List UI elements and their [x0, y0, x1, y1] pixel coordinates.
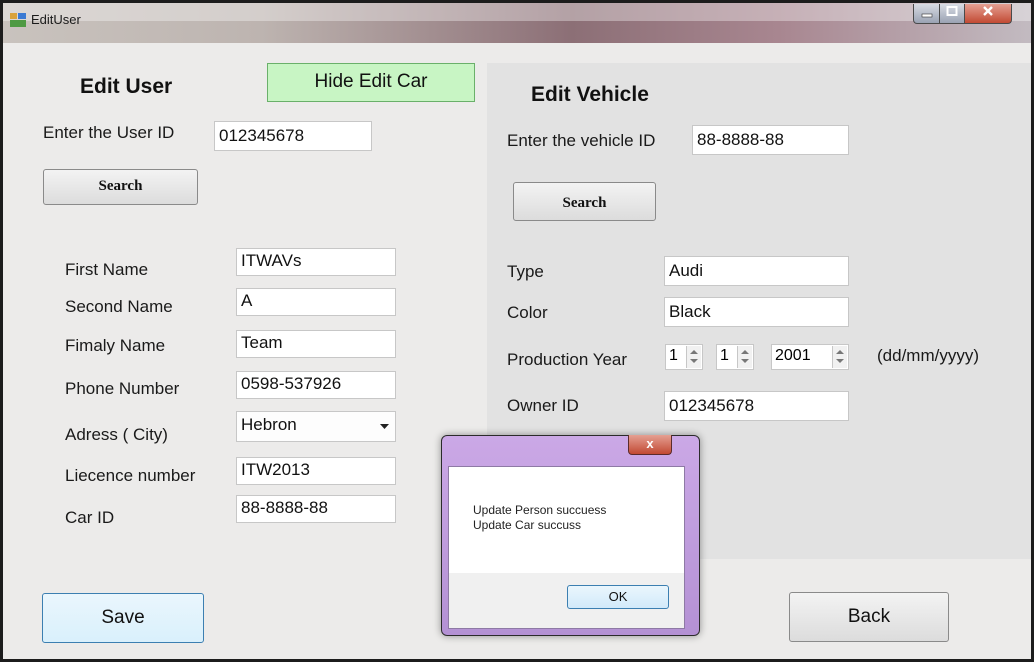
close-icon [983, 6, 993, 16]
user-id-input[interactable]: 012345678 [214, 121, 372, 151]
car-id-input[interactable]: 88-8888-88 [236, 495, 396, 523]
type-input[interactable]: Audi [664, 256, 849, 286]
month-value: 1 [720, 347, 729, 364]
dialog-body: Update Person succuess Update Car succus… [448, 466, 685, 629]
color-label: Color [507, 303, 548, 322]
hide-edit-car-button[interactable]: Hide Edit Car [267, 63, 475, 102]
month-stepper[interactable]: 1 [716, 344, 754, 370]
phone-number-label: Phone Number [65, 379, 180, 398]
licence-number-label: Liecence number [65, 466, 196, 485]
color-input[interactable]: Black [664, 297, 849, 327]
minimize-icon [921, 13, 932, 18]
vehicle-id-label: Enter the vehicle ID [507, 131, 656, 150]
dialog-message-line-1: Update Person succuess [473, 503, 607, 517]
second-name-label: Second Name [65, 297, 173, 316]
first-name-label: First Name [65, 260, 149, 279]
user-search-button[interactable]: Search [43, 169, 198, 205]
dialog-message-area: Update Person succuess Update Car succus… [449, 467, 684, 573]
owner-id-label: Owner ID [507, 396, 579, 415]
city-dropdown-value: Hebron [241, 415, 297, 434]
edit-vehicle-heading: Edit Vehicle [531, 83, 649, 106]
message-dialog: x Update Person succuess Update Car succ… [441, 435, 700, 636]
production-year-label: Production Year [507, 350, 628, 369]
user-id-label: Enter the User ID [43, 123, 175, 142]
dialog-message-line-2: Update Car succuss [473, 518, 582, 532]
month-spin-arrows[interactable] [737, 346, 752, 368]
day-value: 1 [669, 347, 678, 364]
second-name-input[interactable]: A [236, 288, 396, 316]
app-icon [10, 13, 26, 27]
title-bar[interactable]: EditUser [3, 3, 1031, 43]
minimize-button[interactable] [913, 4, 940, 24]
close-button[interactable] [964, 4, 1012, 24]
edit-user-heading: Edit User [80, 75, 173, 98]
save-button[interactable]: Save [42, 593, 204, 643]
year-value: 2001 [775, 347, 811, 364]
vehicle-id-input[interactable]: 88-8888-88 [692, 125, 849, 155]
address-city-label: Adress ( City) [65, 425, 168, 444]
year-spin-arrows[interactable] [832, 346, 847, 368]
dialog-close-button[interactable]: x [628, 435, 672, 455]
family-name-input[interactable]: Team [236, 330, 396, 358]
owner-id-input[interactable]: 012345678 [664, 391, 849, 421]
date-format-hint: (dd/mm/yyyy) [877, 346, 979, 365]
maximize-icon [946, 6, 958, 16]
close-icon: x [646, 436, 654, 451]
first-name-input[interactable]: ITWAVs [236, 248, 396, 276]
day-spin-arrows[interactable] [686, 346, 701, 368]
family-name-label: Fimaly Name [65, 336, 166, 355]
city-dropdown[interactable]: Hebron [236, 411, 396, 442]
edit-user-window: EditUser Edit User Hide Edit Car Enter t… [0, 0, 1034, 662]
ok-button[interactable]: OK [567, 585, 669, 609]
maximize-button[interactable] [939, 4, 965, 24]
chevron-down-icon [380, 424, 389, 429]
day-stepper[interactable]: 1 [665, 344, 703, 370]
back-button[interactable]: Back [789, 592, 949, 642]
phone-number-input[interactable]: 0598-537926 [236, 371, 396, 399]
licence-number-input[interactable]: ITW2013 [236, 457, 396, 485]
car-id-label: Car ID [65, 508, 115, 527]
window-title: EditUser [31, 12, 81, 27]
year-stepper[interactable]: 2001 [771, 344, 849, 370]
type-label: Type [507, 262, 544, 281]
vehicle-search-button[interactable]: Search [513, 182, 656, 221]
